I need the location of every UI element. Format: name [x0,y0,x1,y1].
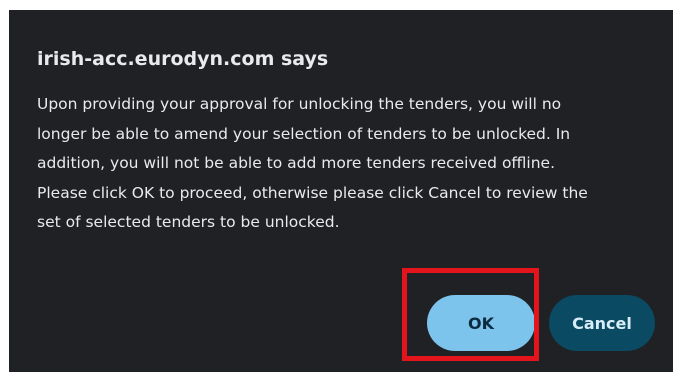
dialog-message: Upon providing your approval for unlocki… [37,95,588,231]
cancel-button[interactable]: Cancel [549,295,655,351]
dialog-title: irish-acc.eurodyn.com says [37,48,329,70]
confirm-dialog: irish-acc.eurodyn.com says Upon providin… [9,10,673,372]
ok-button[interactable]: OK [427,295,535,351]
